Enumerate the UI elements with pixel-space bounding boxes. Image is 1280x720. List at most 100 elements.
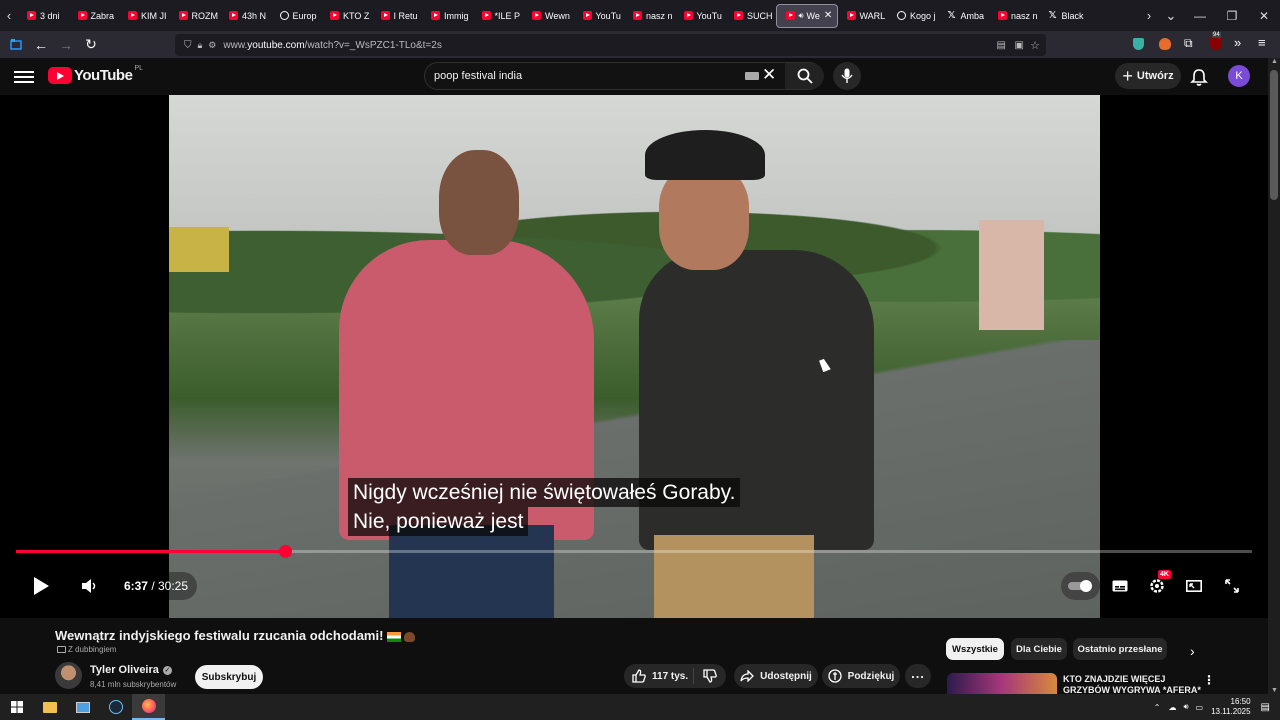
- file-explorer-icon[interactable]: [33, 694, 66, 720]
- browser-tab[interactable]: I Retu: [372, 4, 423, 28]
- back-icon[interactable]: ←: [29, 33, 53, 57]
- ublock-icon[interactable]: [1210, 36, 1222, 50]
- network-icon[interactable]: ▭: [1196, 703, 1204, 712]
- subscribe-button[interactable]: Subskrybuj: [195, 665, 263, 689]
- dubbing-badge[interactable]: Z dubbingiem: [57, 645, 116, 654]
- overflow-chevron-icon[interactable]: »: [1234, 35, 1241, 50]
- browser-tab[interactable]: 𝕏 Amba: [939, 4, 990, 28]
- account-avatar[interactable]: K: [1228, 65, 1250, 87]
- like-button[interactable]: 117 tys.: [624, 668, 694, 684]
- browser-tab[interactable]: nasz n: [624, 4, 675, 28]
- page-scrollbar[interactable]: ▲ ▼: [1268, 58, 1280, 694]
- browser-tab[interactable]: 3 dni: [18, 4, 69, 28]
- recommendation-title[interactable]: KTO ZNAJDZIE WIĘCEJ GRZYBÓW WYGRYWA *AFE…: [1063, 674, 1203, 696]
- video-frame[interactable]: [169, 95, 1100, 618]
- tracking-shield-icon[interactable]: ⛉: [184, 40, 192, 51]
- chip-recently-uploaded[interactable]: Ostatnio przesłane: [1073, 638, 1167, 660]
- minimize-icon[interactable]: —: [1184, 9, 1216, 23]
- recommendation-thumbnail[interactable]: [947, 673, 1057, 694]
- clear-search-icon[interactable]: ✕: [762, 65, 776, 85]
- browser-tab[interactable]: Zabra: [69, 4, 120, 28]
- chip-for-you[interactable]: Dla Ciebie: [1011, 638, 1067, 660]
- reload-icon[interactable]: ↻: [79, 33, 103, 57]
- browser-tab[interactable]: Wewn: [523, 4, 574, 28]
- fullscreen-button[interactable]: [1212, 570, 1252, 602]
- chips-next-icon[interactable]: ›: [1190, 643, 1195, 659]
- mute-button[interactable]: [69, 570, 109, 602]
- scrollbar-thumb[interactable]: [1270, 70, 1278, 200]
- notifications-icon[interactable]: ▤: [1261, 702, 1270, 713]
- browser-tab[interactable]: Kogo j: [888, 4, 939, 28]
- tab-audio-icon[interactable]: 🔊︎: [799, 11, 804, 21]
- extension-fox-icon[interactable]: [1159, 38, 1171, 50]
- permissions-icon[interactable]: ⚙: [208, 40, 216, 51]
- browser-tab[interactable]: *ILE P: [473, 4, 524, 28]
- scroll-up-icon[interactable]: ▲: [1271, 58, 1278, 65]
- steam-icon[interactable]: [99, 694, 132, 720]
- volume-tray-icon[interactable]: 🔊︎: [1183, 702, 1188, 712]
- lock-icon[interactable]: 🔒︎: [198, 40, 203, 51]
- sidebar-toggle-icon[interactable]: [4, 33, 28, 57]
- search-box[interactable]: poop festival india ✕: [424, 62, 824, 90]
- browser-tab[interactable]: 🔊︎ We ✕: [775, 3, 838, 28]
- more-actions-button[interactable]: ...: [905, 664, 931, 688]
- extensions-icon[interactable]: ⧉: [1184, 36, 1193, 51]
- recommendation-menu-icon[interactable]: ⋮: [1203, 673, 1215, 687]
- progress-bar[interactable]: [16, 545, 1252, 558]
- browser-tab[interactable]: ROZM: [170, 4, 221, 28]
- video-player[interactable]: Nigdy wcześniej nie świętowałeś Goraby. …: [0, 95, 1268, 618]
- reader-view-icon[interactable]: ▤: [997, 40, 1006, 51]
- search-button[interactable]: [785, 63, 824, 89]
- computer-icon[interactable]: [66, 694, 99, 720]
- youtube-logo[interactable]: YouTube PL: [48, 65, 143, 84]
- firefox-icon[interactable]: [132, 694, 165, 720]
- tab-close-icon[interactable]: ✕: [824, 10, 832, 21]
- keyboard-icon[interactable]: [745, 72, 759, 80]
- autoplay-toggle[interactable]: [1061, 572, 1100, 600]
- tab-scroll-right-icon[interactable]: ›: [1140, 0, 1158, 31]
- tab-scroll-left-icon[interactable]: ‹: [0, 0, 18, 31]
- browser-tab[interactable]: Immig: [422, 4, 473, 28]
- extension-shield-icon[interactable]: [1133, 38, 1144, 50]
- chip-all[interactable]: Wszystkie: [946, 638, 1004, 660]
- browser-tab[interactable]: 43h N: [220, 4, 271, 28]
- channel-name[interactable]: Tyler Oliveira ✓: [90, 664, 172, 676]
- channel-avatar[interactable]: [55, 662, 82, 689]
- clock[interactable]: 16:50 13.11.2025: [1211, 697, 1250, 717]
- onedrive-icon[interactable]: ☁: [1168, 703, 1176, 712]
- dislike-button[interactable]: [694, 669, 726, 683]
- notifications-bell-icon[interactable]: [1189, 67, 1209, 87]
- channel-name-text[interactable]: Tyler Oliveira: [90, 664, 159, 676]
- settings-button[interactable]: [1137, 570, 1177, 602]
- restore-icon[interactable]: ❐: [1216, 9, 1248, 23]
- search-input[interactable]: poop festival india: [434, 70, 522, 82]
- thanks-button[interactable]: Podziękuj: [822, 664, 900, 688]
- scroll-down-icon[interactable]: ▼: [1271, 687, 1278, 694]
- window-close-icon[interactable]: ✕: [1248, 9, 1280, 23]
- browser-tab[interactable]: KTO Z: [321, 4, 372, 28]
- forward-icon[interactable]: →: [54, 33, 78, 57]
- tab-list-chevron-icon[interactable]: ⌄: [1158, 0, 1184, 31]
- browser-tab[interactable]: YouTu: [574, 4, 625, 28]
- bookmark-star-icon[interactable]: ☆: [1030, 39, 1040, 52]
- tray-overflow-icon[interactable]: ⌃: [1154, 703, 1161, 712]
- browser-tab[interactable]: 𝕏 Black: [1040, 4, 1091, 28]
- start-button[interactable]: [0, 694, 33, 720]
- url-bar[interactable]: ⛉ 🔒︎ ⚙ www.youtube.com/watch?v=_WsPZC1-T…: [175, 34, 1046, 56]
- play-button[interactable]: [21, 570, 61, 602]
- create-button[interactable]: + Utwórz: [1115, 63, 1181, 89]
- voice-search-button[interactable]: [833, 62, 861, 90]
- app-menu-icon[interactable]: ≡: [1258, 35, 1266, 50]
- browser-tab[interactable]: nasz n: [989, 4, 1040, 28]
- browser-tab[interactable]: WARL: [838, 4, 889, 28]
- subtitles-button[interactable]: [1100, 570, 1140, 602]
- recommendation-title-line-1[interactable]: KTO ZNAJDZIE WIĘCEJ: [1063, 674, 1203, 685]
- browser-tab[interactable]: SUCH: [725, 4, 776, 28]
- browser-tab[interactable]: Europ: [271, 4, 322, 28]
- share-button[interactable]: Udostępnij: [734, 664, 818, 688]
- url-text[interactable]: www.youtube.com/watch?v=_WsPZC1-TLo&t=2s: [223, 40, 441, 51]
- browser-tab[interactable]: KIM JI: [119, 4, 170, 28]
- picture-icon[interactable]: ▣: [1015, 40, 1024, 51]
- browser-tab[interactable]: YouTu: [675, 4, 726, 28]
- guide-menu-icon[interactable]: [14, 68, 34, 84]
